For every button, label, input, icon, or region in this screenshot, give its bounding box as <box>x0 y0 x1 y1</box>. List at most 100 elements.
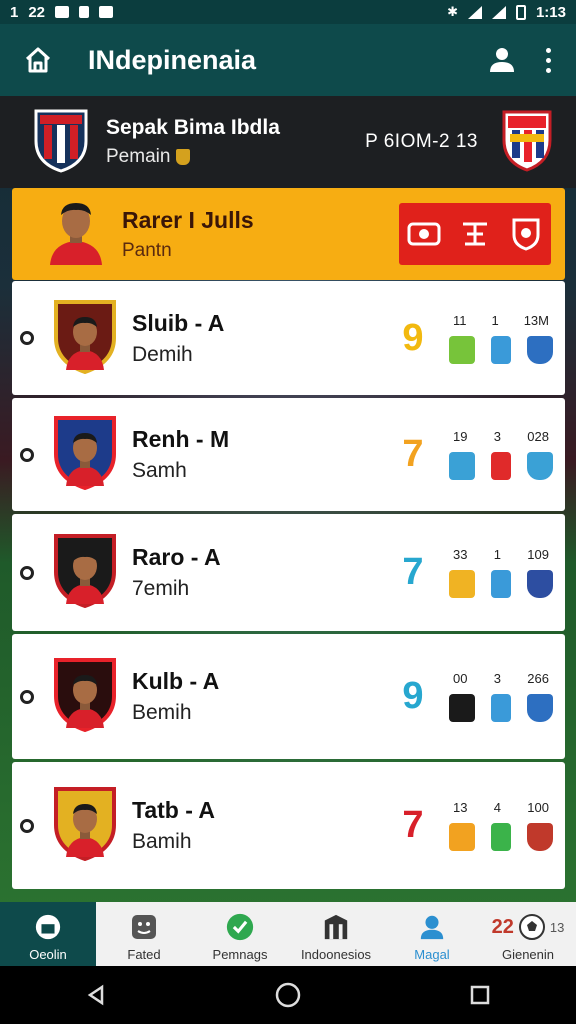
home-team-crest <box>32 107 90 178</box>
stat-shield-icon[interactable] <box>527 694 553 722</box>
player-stats: 33 1 109 <box>449 547 553 598</box>
stat-value: 3 <box>493 671 501 686</box>
player-number: 9 <box>402 675 424 717</box>
more-options-icon[interactable] <box>538 42 558 78</box>
nav-item-magal[interactable]: Magal <box>384 902 480 966</box>
player-name: Tatb - A <box>132 797 216 823</box>
player-radio-button[interactable] <box>20 565 34 580</box>
stat-badge-icon[interactable] <box>491 570 511 598</box>
app-title: INdepinenaia <box>88 44 257 75</box>
player-name: Kulb - A <box>132 668 220 694</box>
stat-value: 028 <box>527 429 549 444</box>
signal-icon <box>491 5 506 19</box>
stat-shield-icon[interactable] <box>527 452 553 480</box>
stat-badge-icon[interactable] <box>449 694 475 722</box>
stat-badge-icon[interactable] <box>449 823 475 851</box>
player-role: Bemih <box>132 701 192 724</box>
player-name: Raro - A <box>132 544 221 570</box>
stat-badge-icon[interactable] <box>449 452 475 480</box>
battery-icon <box>515 4 526 20</box>
match-header[interactable]: Sepak Bima Ibdla Pemain P 6IOM-2 13 <box>0 96 576 188</box>
player-stats: 00 3 266 <box>449 671 553 722</box>
bag-icon <box>35 914 61 940</box>
nav-badge-count-2: 13 <box>549 919 565 935</box>
player-radio-button[interactable] <box>20 689 34 704</box>
player-stats: 13 4 100 <box>449 800 553 851</box>
player-radio-button[interactable] <box>20 447 34 462</box>
player-radio-button[interactable] <box>20 818 34 833</box>
player-role: Bamih <box>132 830 192 853</box>
status-text-2: 22 <box>28 3 46 21</box>
player-number: 7 <box>402 804 424 846</box>
formation-icon[interactable] <box>457 216 493 252</box>
stat-value: 13 <box>453 800 468 815</box>
stat-badge-icon[interactable] <box>491 694 511 722</box>
player-number: 9 <box>402 316 424 359</box>
nav-label-gienenin: Gienenin <box>501 947 555 962</box>
back-icon[interactable] <box>83 982 109 1008</box>
player-row[interactable]: Kulb - A Bemih 9 00 3 266 <box>12 634 565 759</box>
user-icon <box>420 915 444 940</box>
stat-value: 266 <box>527 671 549 686</box>
nav-item-gienenin[interactable]: 22 13 Gienenin <box>480 902 576 966</box>
stat-value: 00 <box>453 671 468 686</box>
bluetooth-icon: ✱ <box>447 4 458 19</box>
player-row[interactable]: Tatb - A Bamih 7 13 4 100 <box>12 762 565 889</box>
stat-value: 1 <box>493 547 501 562</box>
status-left: 1 22 <box>10 3 114 21</box>
stat-value: 4 <box>493 800 501 815</box>
player-number: 7 <box>402 551 424 593</box>
shield-icon[interactable] <box>508 216 544 252</box>
status-bar: 1 22 ✱ 1:13 <box>0 0 576 24</box>
stat-shield-icon[interactable] <box>527 823 553 851</box>
nav-item-fated[interactable]: Fated <box>96 902 192 966</box>
match-subtitle: Pemain <box>106 146 171 167</box>
soccer-ball-icon <box>518 914 545 940</box>
stat-value: 19 <box>453 429 468 444</box>
nav-badge-row: 22 13 <box>492 913 565 941</box>
stat-value: 109 <box>527 547 549 562</box>
recents-icon[interactable] <box>467 982 493 1008</box>
featured-player-role: Pantn <box>122 239 172 261</box>
player-radio-button[interactable] <box>20 331 34 345</box>
app-bar: INdepinenaia <box>0 24 576 96</box>
stat-value: 100 <box>527 800 549 815</box>
stat-shield-icon[interactable] <box>527 570 553 598</box>
calendar-notification-icon <box>99 6 114 18</box>
featured-player-card[interactable]: Rarer I Julls Pantn <box>12 188 565 280</box>
nav-label-oeolin: Oeolin <box>29 947 67 962</box>
team-badge-icon[interactable] <box>406 216 442 252</box>
stat-badge-icon[interactable] <box>491 335 511 364</box>
match-score: P 6IOM-2 13 <box>365 131 478 152</box>
featured-player-avatar <box>48 199 104 270</box>
stat-value: 11 <box>453 312 467 328</box>
status-time: 1:13 <box>535 3 566 21</box>
nav-item-oeolin[interactable]: Oeolin <box>0 902 96 966</box>
wifi-icon <box>467 5 482 19</box>
face-icon <box>132 915 156 939</box>
player-row[interactable]: Renh - M Samh 7 19 3 028 <box>12 398 565 511</box>
nav-item-pemnags[interactable]: Pemnags <box>192 902 288 966</box>
stat-value: 3 <box>493 429 501 444</box>
player-role: Demih <box>132 342 193 366</box>
stat-badge-icon[interactable] <box>449 570 475 598</box>
usb-notification-icon <box>79 6 90 18</box>
featured-player-name: Rarer I Julls <box>122 206 254 233</box>
home-circle-icon[interactable] <box>275 982 301 1008</box>
player-stats: 11 1 13M <box>449 313 553 364</box>
player-name: Sluib - A <box>132 309 225 336</box>
nav-item-indoonesios[interactable]: Indoonesios <box>288 902 384 966</box>
stat-badge-icon[interactable] <box>449 335 475 364</box>
home-icon[interactable] <box>20 42 56 78</box>
player-row[interactable]: Raro - A 7emih 7 33 1 109 <box>12 514 565 631</box>
player-row[interactable]: Sluib - A Demih 9 11 1 13M <box>12 281 565 395</box>
player-crest-avatar <box>52 656 118 737</box>
stat-value: 33 <box>453 547 468 562</box>
stat-badge-icon[interactable] <box>491 823 511 851</box>
profile-icon[interactable] <box>484 42 520 78</box>
featured-badges <box>399 203 551 265</box>
player-name: Renh - M <box>132 426 230 452</box>
nav-label-fated: Fated <box>127 947 161 962</box>
stat-badge-icon[interactable] <box>491 452 511 480</box>
stat-shield-icon[interactable] <box>527 335 553 364</box>
